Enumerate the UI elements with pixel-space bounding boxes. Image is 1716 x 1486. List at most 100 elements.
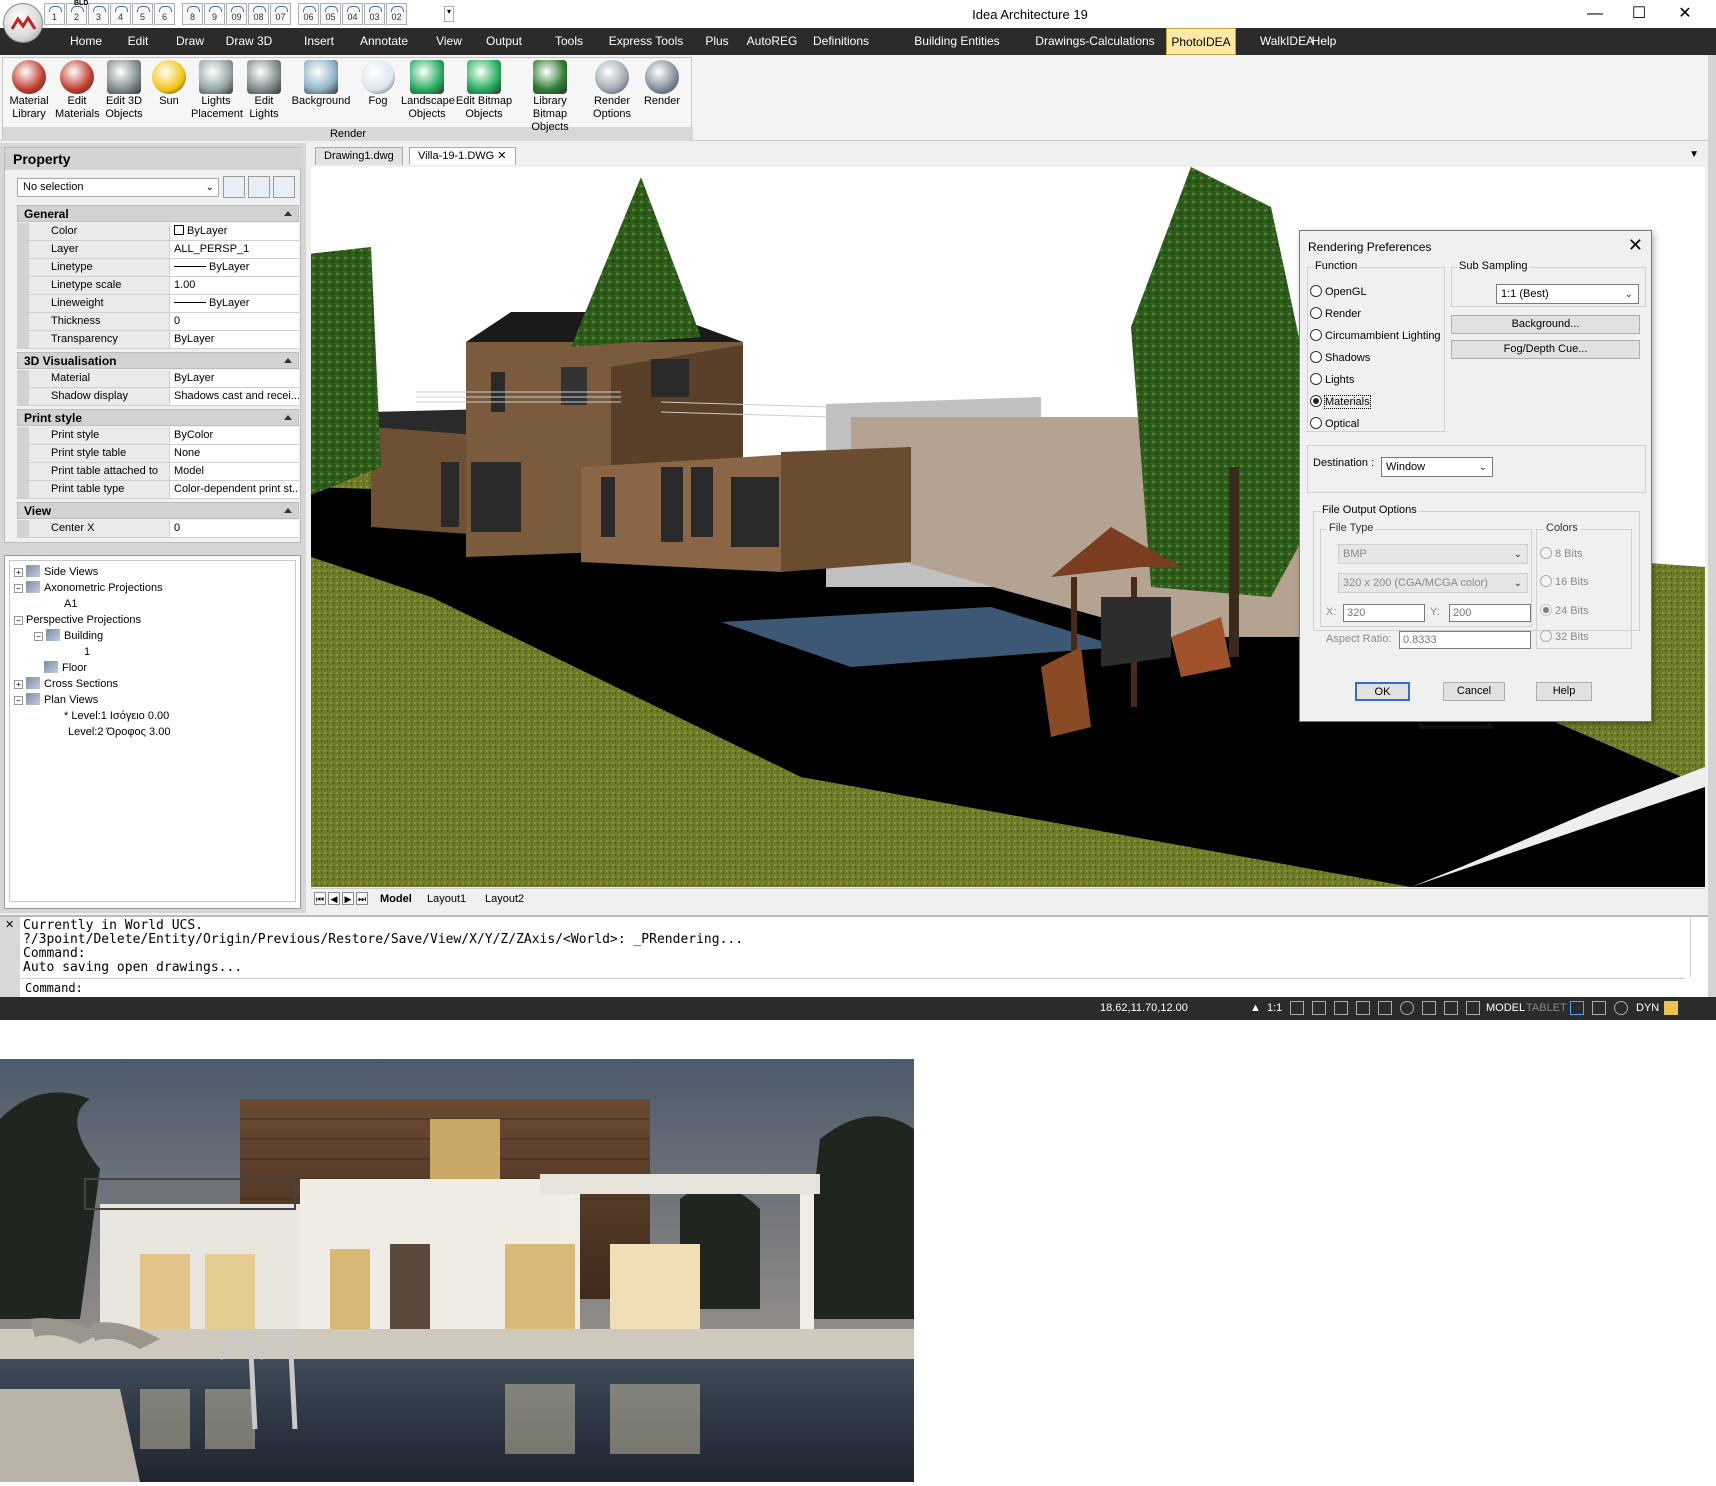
tab-layout2[interactable]: Layout2 <box>485 891 524 907</box>
radio-shadows[interactable]: Shadows <box>1310 351 1370 365</box>
ribbon-material-library-button[interactable]: Material Library <box>7 60 51 121</box>
property-value[interactable]: None <box>169 445 299 463</box>
ribbon-library-bitmap-objects-button[interactable]: Library Bitmap Objects <box>515 60 585 134</box>
ribbon-edit-lights-button[interactable]: Edit Lights <box>243 60 285 121</box>
ribbon-background-button[interactable]: Background <box>287 60 355 108</box>
tree-node[interactable]: − Building <box>34 629 103 643</box>
x-field[interactable]: 320 <box>1343 604 1425 622</box>
radio-opengl[interactable]: OpenGL <box>1310 285 1367 299</box>
ribbon-edit-bitmap-objects-button[interactable]: Edit Bitmap Objects <box>455 60 513 121</box>
tree-node[interactable]: − Plan Views <box>14 693 98 707</box>
maximize-icon[interactable]: ☐ <box>1629 4 1649 24</box>
tree-node[interactable]: + Side Views <box>14 565 98 579</box>
expand-icon[interactable]: + <box>14 568 23 577</box>
polar-icon[interactable] <box>1400 1001 1414 1015</box>
radio-color-16-bits[interactable]: 16 Bits <box>1540 575 1589 589</box>
menu-express-tools[interactable]: Express Tools <box>600 28 692 55</box>
ribbon-lights-placement-button[interactable]: Lights Placement <box>191 60 243 121</box>
tree-node[interactable]: − Axonometric Projections <box>14 581 163 595</box>
aspect-ratio-field[interactable]: 0.8333 <box>1399 631 1531 649</box>
menu-edit[interactable]: Edit <box>118 28 158 55</box>
property-value[interactable]: ByColor <box>169 427 299 445</box>
app-logo-icon[interactable] <box>3 3 43 43</box>
expand-icon[interactable]: − <box>14 616 23 625</box>
property-value[interactable]: 1.00 <box>169 277 299 295</box>
property-value[interactable]: ByLayer <box>169 295 299 313</box>
property-value[interactable]: ByLayer <box>169 331 299 349</box>
model-toggle[interactable]: MODEL <box>1486 1001 1525 1016</box>
next-layout-icon[interactable]: ▶ <box>342 892 354 905</box>
menu-help[interactable]: Help <box>1306 28 1342 55</box>
annotation-person-icon[interactable]: ▲ <box>1250 1001 1261 1016</box>
ribbon-render-options-button[interactable]: Render Options <box>587 60 637 121</box>
sub-sampling-dropdown[interactable]: 1:1 (Best) ⌄ <box>1496 284 1639 304</box>
radio-color-8-bits[interactable]: 8 Bits <box>1540 547 1583 561</box>
dialog-close-icon[interactable]: ✕ <box>1628 235 1643 256</box>
menu-draw-3d[interactable]: Draw 3D <box>220 28 278 55</box>
hardware-acceleration-icon[interactable] <box>1614 1001 1628 1015</box>
prev-layout-icon[interactable]: ◀ <box>328 892 340 905</box>
property-row[interactable]: Lineweight ByLayer <box>17 295 299 313</box>
ribbon-fog-button[interactable]: Fog <box>359 60 397 108</box>
close-tab-icon[interactable]: ✕ <box>497 150 506 162</box>
section-3d-visualisation[interactable]: 3D Visualisation <box>17 352 299 369</box>
property-row[interactable]: Linetype scale 1.00 <box>17 277 299 295</box>
dyn-toggle[interactable]: DYN <box>1636 1001 1659 1016</box>
tree-node[interactable]: A1 <box>64 597 77 611</box>
radio-lights[interactable]: Lights <box>1310 373 1354 387</box>
tree-node[interactable]: * Level:1 Ισόγειο 0.00 <box>64 709 169 723</box>
settings-icon[interactable] <box>1570 1001 1584 1015</box>
minimize-icon[interactable]: — <box>1585 4 1605 24</box>
grid-display-icon[interactable] <box>1356 1001 1370 1015</box>
menu-definitions[interactable]: Definitions <box>800 28 882 55</box>
menu-draw[interactable]: Draw <box>167 28 213 55</box>
menu-output[interactable]: Output <box>478 28 530 55</box>
first-layout-icon[interactable]: ⏮ <box>314 892 326 905</box>
close-icon[interactable]: ✕ <box>1675 4 1695 24</box>
tree-node[interactable]: Floor <box>44 661 87 675</box>
property-value[interactable]: Model <box>169 463 299 481</box>
tree-node[interactable]: + Cross Sections <box>14 677 118 691</box>
close-command-icon[interactable]: ✕ <box>5 918 14 931</box>
property-row[interactable]: Color ByLayer <box>17 223 299 241</box>
section-general[interactable]: General <box>17 205 299 222</box>
selection-dropdown[interactable]: No selection ⌄ <box>17 178 219 197</box>
menu-drawings-calculations[interactable]: Drawings-Calculations <box>1025 28 1165 55</box>
ribbon-render-button[interactable]: Render <box>639 60 685 108</box>
destination-dropdown[interactable]: Window ⌄ <box>1381 457 1493 477</box>
notification-icon[interactable] <box>1664 1001 1678 1015</box>
filter-icon[interactable] <box>273 176 295 198</box>
property-value[interactable]: ALL_PERSP_1 <box>169 241 299 259</box>
ribbon-landscape-objects-button[interactable]: Landscape Objects <box>401 60 455 121</box>
ribbon-sun-button[interactable]: Sun <box>151 60 187 108</box>
menu-plus[interactable]: Plus <box>700 28 734 55</box>
menu-photoidea[interactable]: PhotoIDEA <box>1166 28 1236 55</box>
radio-materials[interactable]: Materials <box>1310 395 1371 409</box>
radio-optical[interactable]: Optical <box>1310 417 1359 431</box>
property-row[interactable]: Material ByLayer <box>17 370 299 388</box>
last-layout-icon[interactable]: ⏭ <box>356 892 368 905</box>
collapse-icon[interactable] <box>284 415 292 420</box>
section-view[interactable]: View <box>17 502 299 519</box>
tab-list-chevron-icon[interactable]: ▼ <box>1689 149 1699 160</box>
menu-annotate[interactable]: Annotate <box>349 28 419 55</box>
radio-color-24-bits[interactable]: 24 Bits <box>1540 604 1589 618</box>
file-type-dropdown[interactable]: BMP ⌄ <box>1338 544 1528 564</box>
crosshair-icon[interactable] <box>1466 1001 1480 1015</box>
collapse-icon[interactable] <box>284 211 292 216</box>
property-row[interactable]: Transparency ByLayer <box>17 331 299 349</box>
collapse-icon[interactable] <box>284 508 292 513</box>
menu-insert[interactable]: Insert <box>296 28 342 55</box>
y-field[interactable]: 200 <box>1449 604 1531 622</box>
section-print-style[interactable]: Print style <box>17 409 299 426</box>
resolution-dropdown[interactable]: 320 x 200 (CGA/MCGA color) ⌄ <box>1338 573 1528 593</box>
tree-node[interactable]: 1 <box>84 645 90 659</box>
tab-model[interactable]: Model <box>380 891 412 907</box>
tab-layout1[interactable]: Layout1 <box>427 891 466 907</box>
expand-icon[interactable]: − <box>34 632 43 641</box>
menu-view[interactable]: View <box>429 28 469 55</box>
menu-autoreg[interactable]: AutoREG <box>745 28 799 55</box>
property-row[interactable]: Shadow display Shadows cast and recei... <box>17 388 299 406</box>
property-value[interactable]: ByLayer <box>169 259 299 277</box>
expand-icon[interactable]: − <box>14 584 23 593</box>
